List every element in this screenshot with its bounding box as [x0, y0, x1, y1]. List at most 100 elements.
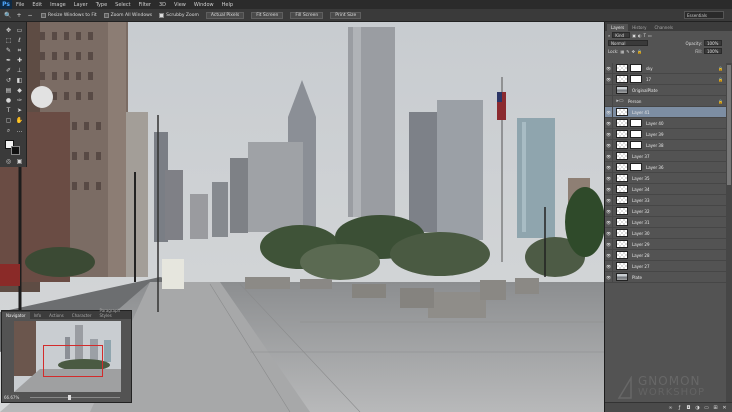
layer-row[interactable]: 👁 Layer 33 — [605, 194, 726, 206]
layer-row[interactable]: 👁 sky 🔒 — [605, 62, 726, 74]
lock-transparent-icon[interactable]: ▦ — [620, 49, 624, 54]
lock-pixels-icon[interactable]: ✎ — [626, 49, 629, 54]
new-group-icon[interactable]: ▭ — [704, 405, 709, 411]
history-brush-tool-icon[interactable]: ↺ — [3, 76, 14, 85]
navigator-tab-paragraph-styles[interactable]: Paragraph Styles — [96, 307, 131, 319]
layer-row[interactable]: 👁 Layer 39 — [605, 128, 726, 140]
visibility-eye-icon[interactable]: 👁 — [605, 172, 613, 184]
eraser-tool-icon[interactable]: ◧ — [14, 76, 25, 85]
tab-history[interactable]: History — [628, 24, 650, 31]
navigator-preview[interactable] — [14, 321, 121, 392]
more-tools-icon[interactable]: … — [14, 126, 25, 135]
tab-channels[interactable]: Channels — [650, 24, 677, 31]
navigator-tab-info[interactable]: Info — [30, 312, 46, 319]
blur-tool-icon[interactable]: ◆ — [14, 86, 25, 95]
layer-row[interactable]: 👁 Layer 27 — [605, 260, 726, 272]
layer-row[interactable]: 👁 Layer 29 — [605, 238, 726, 250]
marquee-tool-icon[interactable]: ⬚ — [3, 36, 14, 45]
brush-tool-icon[interactable]: ✐ — [3, 66, 14, 75]
hand-tool-icon[interactable]: ✋ — [14, 116, 25, 125]
link-layers-icon[interactable]: ∞ — [668, 405, 673, 411]
layer-row[interactable]: 👁 17 🔒 — [605, 73, 726, 85]
zoom-in-icon[interactable]: + — [15, 11, 23, 19]
artboard-tool-icon[interactable]: ▭ — [14, 26, 25, 35]
navigator-zoom-slider[interactable] — [30, 395, 120, 400]
visibility-eye-icon[interactable]: 👁 — [605, 161, 613, 173]
screen-mode-icon[interactable]: ▣ — [14, 157, 25, 166]
menu-item-layer[interactable]: Layer — [70, 2, 92, 8]
visibility-eye-icon[interactable]: 👁 — [605, 271, 613, 283]
menu-item-view[interactable]: View — [170, 2, 190, 8]
visibility-eye-icon[interactable]: 👁 — [605, 205, 613, 217]
layer-mask-thumbnail[interactable] — [630, 163, 642, 171]
workspace-select[interactable]: Essentials — [684, 11, 724, 19]
menu-item-3d[interactable]: 3D — [155, 2, 170, 8]
new-layer-icon[interactable]: ⊞ — [713, 405, 718, 411]
layers-scrollbar[interactable] — [726, 63, 732, 403]
path-select-tool-icon[interactable]: ➤ — [14, 106, 25, 115]
layer-mask-thumbnail[interactable] — [630, 130, 642, 138]
lock-all-icon[interactable]: 🔒 — [637, 49, 642, 54]
layer-row[interactable]: OriginalPlate — [605, 84, 726, 96]
zoom-all-checkbox[interactable]: Zoom All Windows — [103, 12, 152, 18]
layer-mask-thumbnail[interactable] — [630, 64, 642, 72]
layer-row[interactable]: 👁 Layer 36 — [605, 161, 726, 173]
add-mask-icon[interactable]: ◘ — [686, 405, 691, 411]
navigator-tab-character[interactable]: Character — [68, 312, 96, 319]
layer-row[interactable]: 👁 Layer 32 — [605, 205, 726, 217]
visibility-eye-icon[interactable]: 👁 — [605, 150, 613, 162]
kind-filter-select[interactable]: Kind — [612, 32, 631, 38]
tab-layers[interactable]: Layers — [607, 24, 629, 31]
zoom-tool-icon[interactable]: ⌕ — [3, 126, 14, 135]
layer-mask-thumbnail[interactable] — [630, 119, 642, 127]
actual-pixels-button[interactable]: Actual Pixels — [205, 11, 245, 19]
layer-row[interactable]: ▸▭ Person 🔒 — [605, 95, 726, 107]
scrubby-zoom-checkbox[interactable]: Scrubby Zoom — [159, 12, 199, 18]
dodge-tool-icon[interactable]: ● — [3, 96, 14, 105]
fit-screen-button[interactable]: Fit Screen — [251, 11, 284, 19]
crop-tool-icon[interactable]: ⌗ — [14, 46, 25, 55]
clone-stamp-tool-icon[interactable]: ⊥ — [14, 66, 25, 75]
layer-row[interactable]: 👁 Plate — [605, 271, 726, 283]
visibility-eye-icon[interactable]: 👁 — [605, 238, 613, 250]
print-size-button[interactable]: Print Size — [330, 11, 362, 19]
filter-pixel-icon[interactable]: ▣ — [632, 33, 636, 38]
resize-windows-checkbox[interactable]: Resize Windows to Fit — [41, 12, 97, 18]
layer-row[interactable]: 👁 Layer 30 — [605, 227, 726, 239]
slider-knob[interactable] — [68, 395, 71, 400]
opacity-input[interactable]: 100% — [704, 40, 722, 46]
healing-tool-icon[interactable]: ✚ — [14, 56, 25, 65]
view-box-indicator[interactable] — [43, 345, 103, 377]
visibility-eye-icon[interactable]: 👁 — [605, 216, 613, 228]
visibility-eye-icon[interactable]: 👁 — [605, 117, 613, 129]
visibility-eye-icon[interactable]: 👁 — [605, 73, 613, 85]
layer-row[interactable]: 👁 Layer 40 — [605, 117, 726, 129]
visibility-eye-icon[interactable]: 👁 — [605, 128, 613, 140]
visibility-eye-icon[interactable]: 👁 — [605, 249, 613, 261]
menu-item-select[interactable]: Select — [111, 2, 134, 8]
layer-mask-thumbnail[interactable] — [630, 75, 642, 83]
zoom-out-icon[interactable]: − — [26, 11, 34, 19]
trash-icon[interactable]: ✕ — [722, 405, 727, 411]
filter-shape-icon[interactable]: ▭ — [648, 33, 652, 38]
zoom-tool-icon[interactable]: 🔍 — [4, 11, 12, 19]
filter-adjust-icon[interactable]: ◐ — [638, 33, 642, 38]
menu-item-edit[interactable]: Edit — [28, 2, 46, 8]
lasso-tool-icon[interactable]: ℓ — [14, 36, 25, 45]
fill-input[interactable]: 100% — [704, 48, 722, 54]
layer-row[interactable]: 👁 Layer 38 — [605, 139, 726, 151]
menu-item-type[interactable]: Type — [92, 2, 111, 8]
menu-item-window[interactable]: Window — [190, 2, 218, 8]
layer-row[interactable]: 👁 Layer 35 — [605, 172, 726, 184]
navigator-tab-actions[interactable]: Actions — [45, 312, 68, 319]
adjustment-layer-icon[interactable]: ◑ — [695, 405, 700, 411]
menu-item-help[interactable]: Help — [218, 2, 237, 8]
visibility-eye-icon[interactable] — [605, 84, 613, 96]
gradient-tool-icon[interactable]: ▤ — [3, 86, 14, 95]
visibility-eye-icon[interactable] — [605, 95, 613, 107]
quick-mask-icon[interactable]: ◎ — [3, 157, 14, 166]
quick-select-tool-icon[interactable]: ✎ — [3, 46, 14, 55]
layer-row[interactable]: 👁 Layer 34 — [605, 183, 726, 195]
visibility-eye-icon[interactable]: 👁 — [605, 194, 613, 206]
scrollbar-thumb[interactable] — [727, 65, 731, 185]
